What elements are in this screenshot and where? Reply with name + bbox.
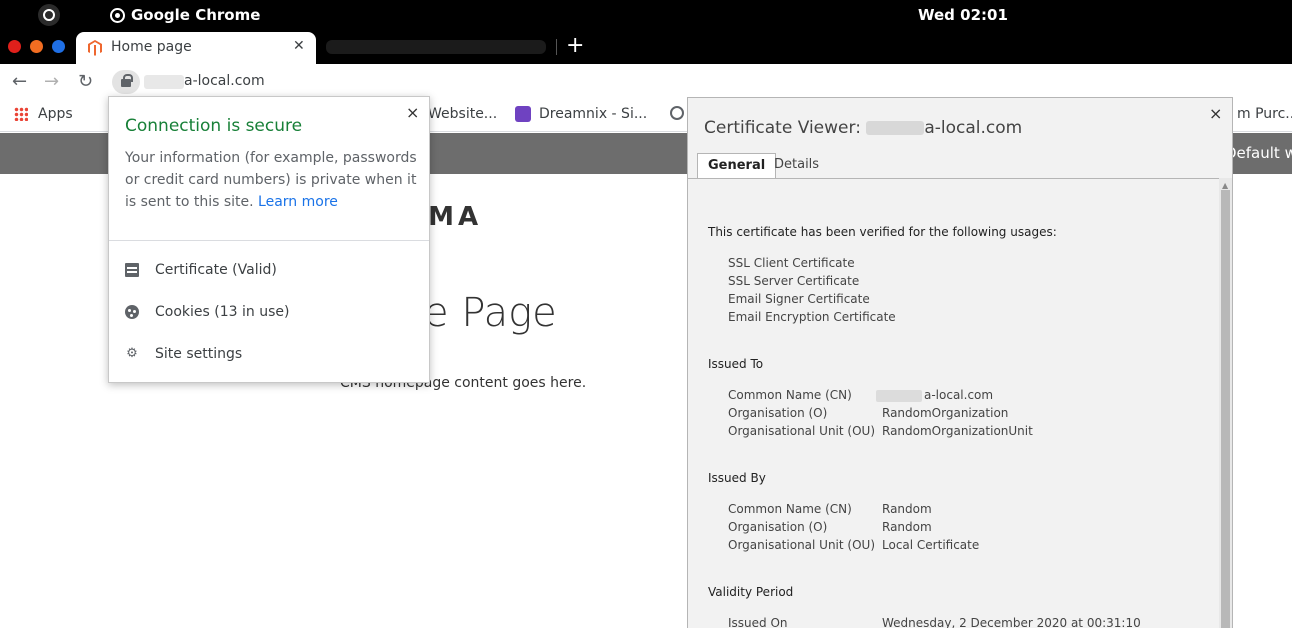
address-bar[interactable]: a-local.com xyxy=(184,73,265,89)
issued-by-o-value: Random xyxy=(882,520,932,534)
certificate-item[interactable]: Certificate (Valid) xyxy=(125,260,277,280)
connection-security-popup: × Connection is secure Your information … xyxy=(108,96,430,383)
verified-heading: This certificate has been verified for t… xyxy=(708,225,1057,239)
issued-on-label: Issued On xyxy=(728,616,788,628)
popup-close-icon[interactable]: × xyxy=(406,103,419,122)
reload-icon[interactable]: ↻ xyxy=(78,71,93,92)
popup-divider xyxy=(109,240,429,241)
cookies-item[interactable]: Cookies (13 in use) xyxy=(125,302,289,322)
lock-icon xyxy=(121,74,133,87)
tab-title: Home page xyxy=(111,39,192,55)
validity-heading: Validity Period xyxy=(708,585,794,599)
cookies-label: Cookies (13 in use) xyxy=(155,304,290,320)
bookmark-website[interactable]: Website... xyxy=(428,106,497,122)
chrome-icon xyxy=(110,7,125,23)
app-name: Google Chrome xyxy=(131,6,261,24)
bookmark-purchase[interactable]: m Purc... xyxy=(1237,106,1292,122)
scroll-up-icon[interactable]: ▲ xyxy=(1222,181,1228,190)
issued-by-ou-value: Local Certificate xyxy=(882,538,980,552)
apps-grid-icon xyxy=(14,107,28,121)
site-settings-label: Site settings xyxy=(155,346,243,362)
issued-by-o-label: Organisation (O) xyxy=(728,520,828,534)
dreamnix-icon xyxy=(515,106,531,122)
tab-divider xyxy=(556,39,557,55)
issued-to-o-label: Organisation (O) xyxy=(728,406,828,420)
usage-item: SSL Client Certificate xyxy=(728,256,855,270)
tab-close-icon[interactable]: ✕ xyxy=(293,38,305,54)
cn-redacted xyxy=(876,389,922,402)
issued-to-ou-value: RandomOrganizationUnit xyxy=(882,424,1033,438)
tab-home-page[interactable]: Home page ✕ xyxy=(76,32,316,64)
bookmark-dreamnix[interactable]: Dreamnix - Si... xyxy=(515,106,647,122)
close-window-button[interactable] xyxy=(8,40,21,53)
site-settings-item[interactable]: ⚙ Site settings xyxy=(125,344,242,364)
bookmark-apps[interactable]: Apps xyxy=(14,106,73,122)
title-redacted xyxy=(866,121,925,135)
tab-strip: Home page ✕ + xyxy=(0,30,1292,64)
issued-by-cn-value: Random xyxy=(882,502,932,516)
usage-item: Email Signer Certificate xyxy=(728,292,870,306)
certificate-icon xyxy=(125,263,139,277)
issued-to-heading: Issued To xyxy=(708,357,764,371)
globe-icon xyxy=(670,106,684,120)
url-redacted xyxy=(144,75,184,89)
issued-on-value: Wednesday, 2 December 2020 at 00:31:10 xyxy=(882,616,1141,628)
bookmark-purchase-label: m Purc... xyxy=(1237,106,1292,122)
clock[interactable]: Wed 02:01 xyxy=(918,6,1008,24)
tab-blurred[interactable] xyxy=(326,40,546,54)
cookie-icon xyxy=(125,305,139,319)
maximize-window-button[interactable] xyxy=(52,40,65,53)
issued-to-cn-value: a-local.com xyxy=(876,388,993,402)
issued-by-cn-label: Common Name (CN) xyxy=(728,502,852,516)
scrollbar-thumb[interactable] xyxy=(1221,190,1230,628)
issued-by-ou-label: Organisational Unit (OU) xyxy=(728,538,876,552)
issued-by-heading: Issued By xyxy=(708,471,766,485)
connection-secure-title: Connection is secure xyxy=(125,116,303,136)
title-prefix: Certificate Viewer: xyxy=(704,118,867,138)
bookmark-apps-label: Apps xyxy=(38,106,73,122)
forward-icon[interactable]: → xyxy=(44,71,59,92)
minimize-window-button[interactable] xyxy=(30,40,43,53)
new-tab-button[interactable]: + xyxy=(566,33,584,58)
back-icon[interactable]: ← xyxy=(12,71,27,92)
bookmark-globe[interactable] xyxy=(670,106,684,120)
system-top-bar: Google Chrome Wed 02:01 xyxy=(0,0,1292,30)
certificate-viewer-title: Certificate Viewer: a-local.com xyxy=(704,118,1022,138)
activities-icon[interactable] xyxy=(38,4,60,26)
connection-secure-description: Your information (for example, passwords… xyxy=(125,147,420,213)
notice-text: Default we xyxy=(1225,144,1292,162)
usage-item: SSL Server Certificate xyxy=(728,274,860,288)
app-menu[interactable]: Google Chrome xyxy=(110,6,260,24)
magento-icon xyxy=(88,40,102,56)
learn-more-link[interactable]: Learn more xyxy=(258,194,338,210)
certificate-viewer-dialog: Certificate Viewer: a-local.com × Genera… xyxy=(687,97,1233,628)
usage-item: Email Encryption Certificate xyxy=(728,310,896,324)
title-domain: a-local.com xyxy=(924,118,1023,138)
certificate-label: Certificate (Valid) xyxy=(155,262,277,278)
issued-to-cn-text: a-local.com xyxy=(924,388,994,402)
page-title: e Page xyxy=(424,290,557,336)
issued-to-o-value: RandomOrganization xyxy=(882,406,1009,420)
bookmark-dreamnix-label: Dreamnix - Si... xyxy=(539,106,648,122)
certificate-general-panel: This certificate has been verified for t… xyxy=(688,178,1219,628)
tab-details[interactable]: Details xyxy=(764,153,829,178)
bookmark-website-label: Website... xyxy=(428,106,498,122)
issued-to-cn-label: Common Name (CN) xyxy=(728,388,852,402)
site-info-button[interactable] xyxy=(112,70,140,94)
issued-to-ou-label: Organisational Unit (OU) xyxy=(728,424,876,438)
gear-icon: ⚙ xyxy=(126,346,138,361)
dialog-close-icon[interactable]: × xyxy=(1209,104,1222,123)
dialog-scrollbar[interactable]: ▲ xyxy=(1219,178,1232,628)
